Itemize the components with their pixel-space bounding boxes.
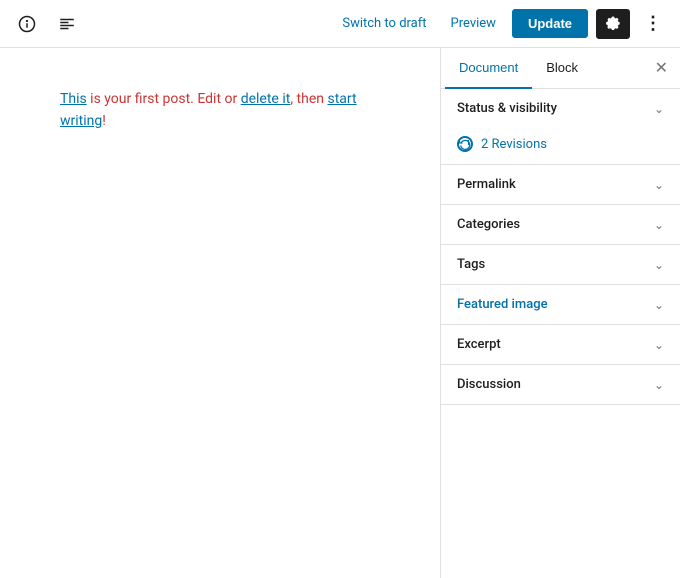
section-featured-image: Featured image ⌄ [441,285,680,325]
status-visibility-label: Status & visibility [457,101,557,116]
excerpt-header[interactable]: Excerpt ⌄ [441,325,680,364]
excerpt-chevron: ⌄ [654,338,664,352]
revisions-row[interactable]: 2 Revisions [441,128,680,164]
excerpt-label: Excerpt [457,337,501,352]
section-categories: Categories ⌄ [441,205,680,245]
categories-label: Categories [457,217,520,232]
settings-button[interactable] [596,9,630,39]
permalink-header[interactable]: Permalink ⌄ [441,165,680,204]
permalink-chevron: ⌄ [654,178,664,192]
content-text1: is your first post. Edit or [87,91,241,107]
switch-to-draft-link[interactable]: Switch to draft [334,12,434,35]
main-layout: This is your first post. Edit or delete … [0,48,680,578]
tab-block[interactable]: Block [532,48,592,89]
discussion-header[interactable]: Discussion ⌄ [441,365,680,404]
content-this: This [60,91,87,107]
tags-header[interactable]: Tags ⌄ [441,245,680,284]
more-options-button[interactable]: ⋮ [638,7,668,40]
tags-chevron: ⌄ [654,258,664,272]
discussion-label: Discussion [457,377,521,392]
discussion-chevron: ⌄ [654,378,664,392]
close-sidebar-button[interactable]: ✕ [647,50,676,86]
section-discussion: Discussion ⌄ [441,365,680,405]
status-visibility-header[interactable]: Status & visibility ⌄ [441,89,680,128]
revisions-icon [457,136,473,152]
permalink-label: Permalink [457,177,516,192]
featured-image-chevron: ⌄ [654,298,664,312]
featured-image-label: Featured image [457,297,548,312]
list-view-button[interactable] [52,9,82,39]
section-excerpt: Excerpt ⌄ [441,325,680,365]
toolbar-right: Switch to draft Preview Update ⋮ [334,7,668,40]
section-tags: Tags ⌄ [441,245,680,285]
content-exclaim: ! [102,113,106,129]
sidebar-header: Document Block ✕ [441,48,680,89]
categories-chevron: ⌄ [654,218,664,232]
tags-label: Tags [457,257,485,272]
preview-link[interactable]: Preview [443,12,504,35]
content-delete: delete it [241,91,291,107]
featured-image-header[interactable]: Featured image ⌄ [441,285,680,324]
section-permalink: Permalink ⌄ [441,165,680,205]
toolbar-left [12,9,173,39]
tab-document[interactable]: Document [445,48,532,89]
sidebar: Document Block ✕ Status & visibility ⌄ 2… [440,48,680,578]
content-text2: , then [290,91,327,107]
info-button[interactable] [12,9,42,39]
section-status-visibility: Status & visibility ⌄ 2 Revisions [441,89,680,165]
update-button[interactable]: Update [512,9,588,38]
revisions-label: 2 Revisions [481,137,547,152]
status-visibility-chevron: ⌄ [654,102,664,116]
categories-header[interactable]: Categories ⌄ [441,205,680,244]
editor-content: This is your first post. Edit or delete … [60,88,380,133]
editor-area[interactable]: This is your first post. Edit or delete … [0,48,440,578]
toolbar: Switch to draft Preview Update ⋮ [0,0,680,48]
